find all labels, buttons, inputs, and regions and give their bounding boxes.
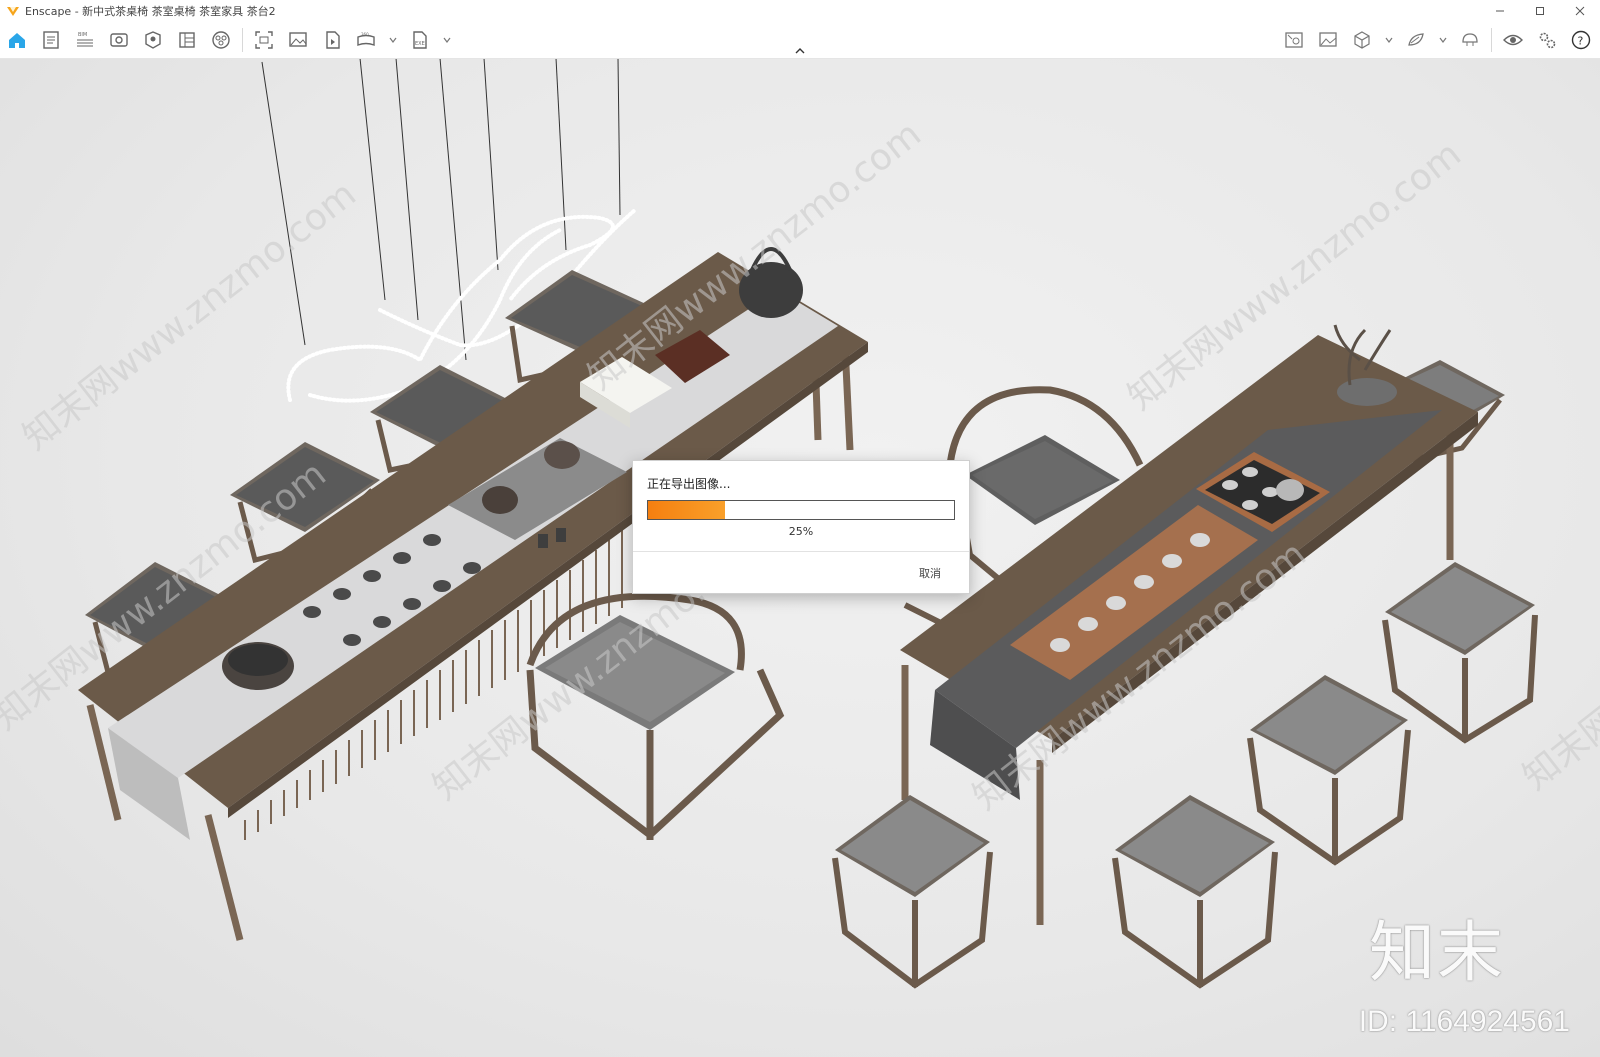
chevron-down-icon [389, 37, 397, 43]
chevron-down-icon [443, 37, 451, 43]
minimize-icon [1496, 10, 1504, 12]
minimize-button[interactable] [1480, 0, 1520, 22]
material-editor-button[interactable] [170, 25, 204, 55]
eye-button[interactable] [1496, 25, 1530, 55]
home-button[interactable] [0, 25, 34, 55]
eye-icon [1503, 34, 1523, 46]
screenshot-button[interactable] [247, 25, 281, 55]
help-button[interactable]: ? [1564, 25, 1598, 55]
collapse-toolbar-button[interactable] [790, 44, 810, 58]
export-progress-dialog: 正在导出图像... 25% 取消 [632, 460, 970, 594]
close-icon [1575, 6, 1585, 16]
chevron-down-icon [1385, 37, 1393, 43]
asset-library-button[interactable] [136, 25, 170, 55]
toolbar-separator [242, 28, 243, 52]
title-bar: Enscape - 新中式茶桌椅 茶室桌椅 茶室家具 茶台2 [0, 0, 1600, 22]
watermark-id: ID: 1164924561 [1358, 1005, 1570, 1038]
progress-bar-fill [648, 501, 725, 519]
cancel-button[interactable]: 取消 [915, 563, 945, 583]
image-export-icon [1319, 32, 1337, 47]
panorama-button[interactable]: 360 [349, 25, 383, 55]
close-button[interactable] [1560, 0, 1600, 22]
render-image-icon [289, 32, 307, 47]
video-editor-icon [326, 31, 340, 49]
window-controls [1480, 0, 1600, 22]
dialog-divider [633, 551, 969, 552]
window-title: Enscape - 新中式茶桌椅 茶室桌椅 茶室家具 茶台2 [25, 5, 276, 18]
exe-export-button[interactable]: EXE [403, 25, 437, 55]
panorama-icon: 360 [357, 32, 375, 47]
asset-library-icon [145, 31, 161, 49]
sync-views-button[interactable] [1277, 25, 1311, 55]
site-context-button[interactable] [204, 25, 238, 55]
bim-button[interactable]: BIM [68, 25, 102, 55]
views-button[interactable] [102, 25, 136, 55]
exe-export-dropdown[interactable] [437, 25, 457, 55]
teapot [482, 486, 518, 514]
svg-text:EXE: EXE [415, 41, 425, 47]
stool [1247, 675, 1411, 866]
progress-percent: 25% [788, 525, 814, 538]
svg-text:360: 360 [361, 32, 369, 37]
video-editor-button[interactable] [315, 25, 349, 55]
exe-export-icon: EXE [413, 31, 427, 49]
enscape-logo-icon [7, 7, 19, 16]
chevron-down-icon [1439, 37, 1447, 43]
bim-icon: BIM [77, 32, 93, 47]
visual-settings-icon [43, 31, 59, 49]
material-editor-icon [179, 32, 195, 48]
collaborate-button[interactable] [1453, 25, 1487, 55]
screenshot-icon [255, 31, 273, 49]
render-image-button[interactable] [281, 25, 315, 55]
svg-text:BIM: BIM [78, 32, 87, 38]
image-export-button[interactable] [1311, 25, 1345, 55]
cube-view-dropdown[interactable] [1379, 25, 1399, 55]
toolbar-right-group: ? [1277, 22, 1598, 58]
panorama-dropdown[interactable] [383, 25, 403, 55]
cube-view-button[interactable] [1345, 25, 1379, 55]
sync-views-icon [1285, 32, 1303, 48]
toolbar-left-group: BIM 360 EXE [0, 22, 457, 58]
vr-icon [1408, 33, 1424, 46]
dialog-title: 正在导出图像... [647, 477, 731, 491]
svg-text:?: ? [1578, 35, 1584, 48]
visual-settings-button[interactable] [34, 25, 68, 55]
stool [1382, 562, 1538, 744]
site-context-icon [212, 31, 230, 49]
views-icon [110, 33, 128, 47]
watermark-logo: 知末 [1369, 914, 1505, 991]
teapot [1276, 479, 1304, 501]
settings-icon [1539, 32, 1556, 49]
vr-button[interactable] [1399, 25, 1433, 55]
home-icon [9, 33, 25, 48]
cube-view-icon [1354, 31, 1370, 49]
collaborate-icon [1462, 33, 1478, 46]
stool [1112, 795, 1278, 989]
maximize-button[interactable] [1520, 0, 1560, 22]
progress-bar [647, 500, 955, 520]
toolbar-separator [1491, 28, 1492, 52]
maximize-icon [1536, 7, 1544, 15]
help-icon: ? [1571, 30, 1591, 50]
vr-dropdown[interactable] [1433, 25, 1453, 55]
bonsai-pot [1337, 378, 1397, 406]
chevron-up-icon [795, 48, 805, 54]
settings-button[interactable] [1530, 25, 1564, 55]
stool [832, 795, 993, 989]
